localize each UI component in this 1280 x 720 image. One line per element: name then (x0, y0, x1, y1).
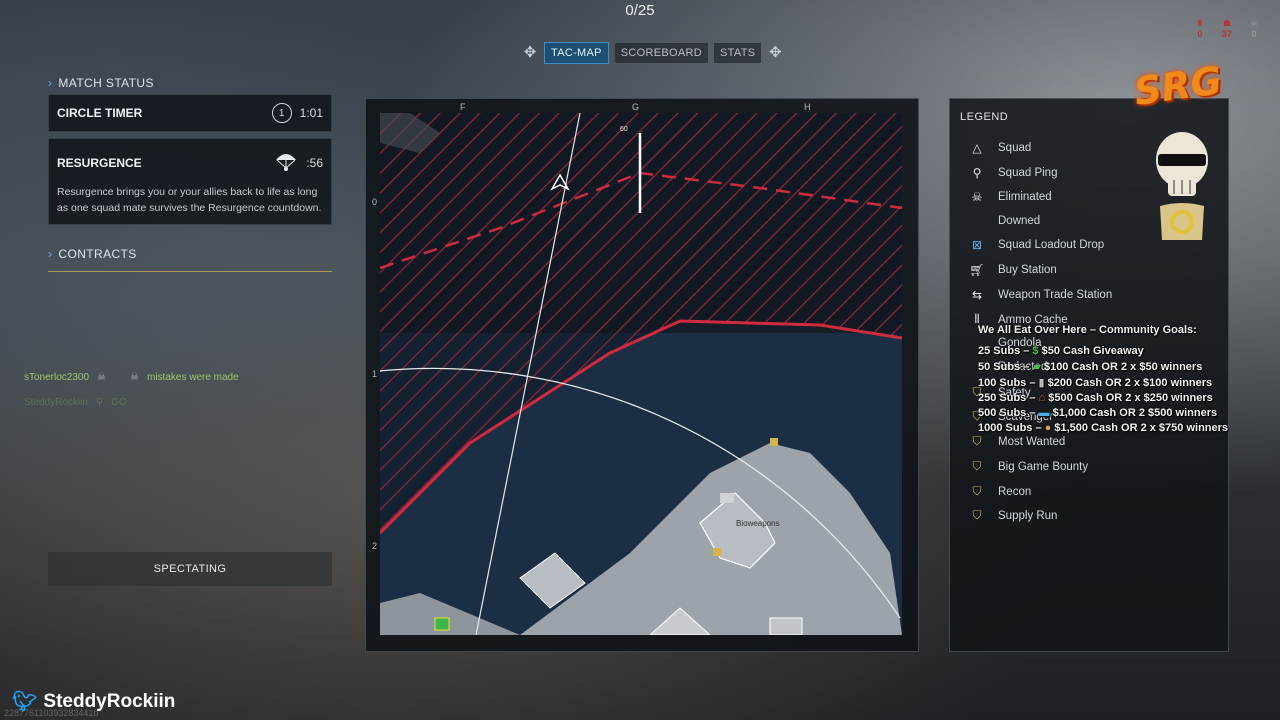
match-count: 0/25 (625, 2, 655, 19)
menu-tabs: ✥ TAC-MAP SCOREBOARD STATS ✥ (522, 42, 783, 64)
chevron-right-icon: › (48, 247, 53, 261)
eliminated-icon: ☠ (971, 190, 983, 204)
skull-mascot-icon (1150, 130, 1214, 248)
hud-stat-3: ☠ 0 (1249, 18, 1258, 39)
resurgence-box: RESURGENCE :56 Resurgence brings you or … (48, 138, 332, 225)
goal-row: 250 Subs – ⌂ $500 Cash OR 2 x $250 winne… (978, 392, 1213, 404)
legend-title: LEGEND (960, 111, 1009, 123)
contracts-header[interactable]: › CONTRACTS (48, 241, 332, 265)
ping-icon: ⚲ (95, 397, 104, 408)
legend-item-buy-station: 🛒︎ Buy Station (969, 263, 1057, 277)
resurgence-title: RESURGENCE (57, 155, 142, 170)
hud-stat-2: ☗ 37 (1221, 18, 1232, 39)
tac-map[interactable]: Bioweapons 60 (380, 113, 902, 635)
chevron-right-icon: › (48, 76, 53, 90)
dpad-left-icon: ✥ (523, 44, 537, 61)
money-icon: ▰ (1032, 361, 1041, 373)
goal-row: 500 Subs – ▬ $1,000 Cash OR 2 $500 winne… (978, 407, 1218, 419)
chat-message: sTonerloc2300 ☠ ☠ mistakes were made (24, 372, 239, 383)
match-status-panel: › MATCH STATUS CIRCLE TIMER 1 1:01 RESUR… (48, 70, 332, 272)
tab-tac-map[interactable]: TAC-MAP (544, 42, 609, 64)
map-row-label: 0 (372, 197, 378, 207)
map-row-label: 2 (372, 541, 378, 551)
squad-ping-icon: ⚲ (972, 166, 982, 180)
tab-stats[interactable]: STATS (714, 43, 762, 63)
goal-row: 50 Subs – ▰ $100 Cash OR 2 x $50 winners (978, 361, 1203, 373)
contracts-label: CONTRACTS (58, 247, 137, 261)
legend-item-eliminated: ☠ Eliminated (968, 190, 1052, 204)
legend-item-loadout-drop: ⊠ Squad Loadout Drop (968, 238, 1104, 252)
tab-scoreboard[interactable]: SCOREBOARD (614, 43, 709, 63)
dpad-right-icon: ✥ (769, 44, 782, 61)
resurgence-description: Resurgence brings you or your allies bac… (57, 186, 322, 214)
legend-item-weapon-trade: ⇆ Weapon Trade Station (968, 288, 1112, 302)
poi-bioweapons-label: Bioweapons (736, 519, 780, 528)
goal-row: 25 Subs – $ $50 Cash Giveaway (978, 345, 1144, 357)
circle-timer-value: 1:01 (299, 106, 323, 120)
weapon-trade-icon: ⇆ (971, 288, 983, 302)
twitter-icon: 🐦︎ (12, 691, 38, 713)
contracts-divider (48, 271, 332, 272)
legend-item-squad-ping: ⚲ Squad Ping (968, 166, 1058, 180)
match-status-label: MATCH STATUS (58, 76, 154, 90)
buy-station-icon: 🛒︎ (969, 263, 985, 277)
resurgence-time: :56 (306, 155, 323, 170)
map-marker-label: 60 (620, 126, 628, 133)
parachute-icon (274, 151, 298, 174)
legend-item-recon: ⛉ Recon (968, 484, 1031, 499)
skull-icon: ☠ (97, 372, 107, 383)
chat-message-text: GO (111, 397, 127, 408)
supply-run-icon: ⛉ (972, 508, 982, 522)
money-icon: ● (1044, 422, 1052, 434)
hud-stats: ♜ 0 ☗ 37 ☠ 0 (1196, 18, 1258, 39)
spectating-bar: SPECTATING (48, 552, 332, 586)
community-goals-overlay: We All Eat Over Here – Community Goals: … (978, 324, 1228, 434)
circle-number-badge: 1 (271, 103, 292, 123)
recon-icon: ⛉ (972, 484, 982, 498)
most-wanted-icon: ⛉ (972, 434, 982, 448)
tac-map-panel: F G H 0 1 2 Bioweapons 60 (365, 98, 919, 652)
goal-row: 1000 Subs – ● $1,500 Cash OR 2 x $750 wi… (978, 422, 1229, 434)
money-icon: $ (1032, 345, 1039, 357)
hud-stat-1: ♜ 0 (1195, 18, 1204, 39)
money-icon: ⌂ (1038, 392, 1046, 404)
skull-icon: ☠ (130, 372, 139, 383)
map-col-label: H (804, 102, 811, 112)
money-icon: ▮ (1038, 377, 1045, 389)
chat-message: SteddyRockiin ⚲ GO (24, 397, 239, 408)
chat-player-name: sTonerloc2300 (24, 372, 90, 383)
chat-player-name: SteddyRockiin (24, 397, 88, 408)
twitter-handle: 🐦︎ SteddyRockiin (12, 690, 176, 714)
circle-timer-box: CIRCLE TIMER 1 1:01 (48, 94, 332, 132)
money-icon: ▬ (1038, 407, 1050, 419)
chat-feed: sTonerloc2300 ☠ ☠ mistakes were made Ste… (24, 372, 239, 408)
legend-item-most-wanted: ⛉ Most Wanted (968, 434, 1065, 449)
goals-title: We All Eat Over Here – Community Goals: (978, 324, 1197, 336)
big-game-bounty-icon: ⛉ (972, 459, 982, 473)
loadout-drop-icon: ⊠ (971, 238, 983, 252)
match-status-header[interactable]: › MATCH STATUS (48, 70, 332, 94)
squad-icon: △ (972, 141, 982, 155)
map-row-label: 1 (372, 369, 378, 379)
goal-row: 100 Subs – ▮ $200 Cash OR 2 x $100 winne… (978, 377, 1213, 389)
legend-item-big-game-bounty: ⛉ Big Game Bounty (968, 459, 1088, 474)
map-col-label: F (460, 102, 466, 112)
legend-item-supply-run: ⛉ Supply Run (968, 508, 1057, 523)
legend-item-squad: △ Squad (968, 141, 1031, 155)
circle-timer-label: CIRCLE TIMER (57, 106, 143, 120)
chat-message-text: mistakes were made (146, 372, 239, 383)
map-col-label: G (632, 102, 640, 112)
legend-item-downed: Downed (998, 215, 1041, 227)
